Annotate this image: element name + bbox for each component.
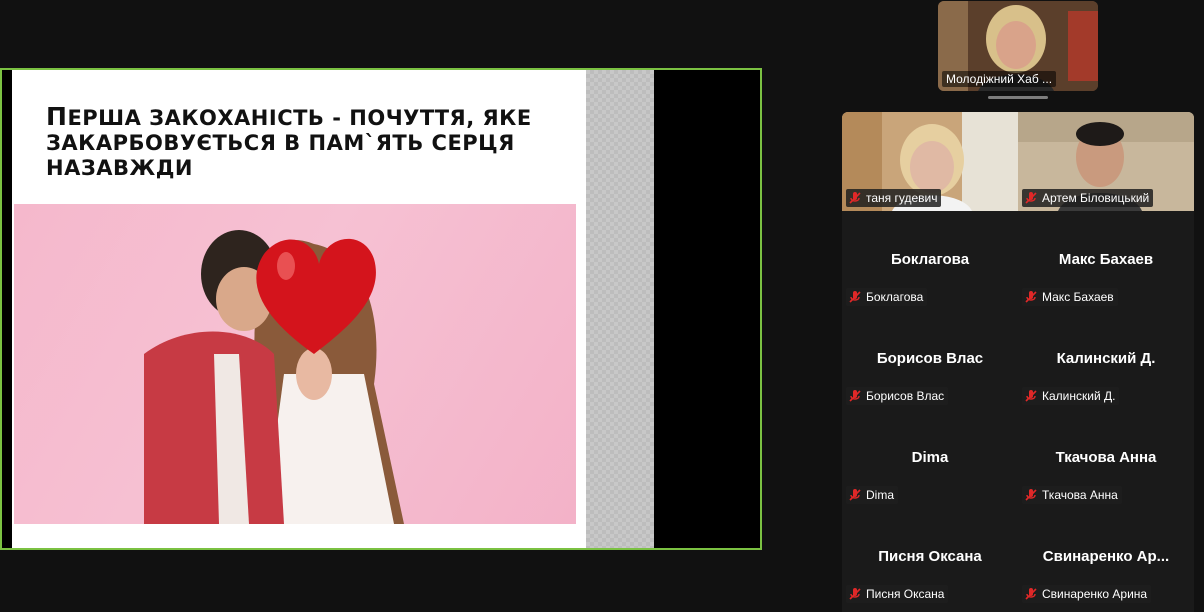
participant-display-name: Свинаренко Ар... <box>1042 548 1170 565</box>
presentation-slide: Перша закоханість - почуття, яке закарбо… <box>12 70 586 548</box>
mic-muted-icon <box>1025 489 1037 501</box>
participant-name-label: Dima <box>846 486 899 504</box>
participant-display-name: Калинский Д. <box>1056 350 1156 367</box>
mic-muted-icon <box>849 489 861 501</box>
participant-name-label: таня гудевич <box>846 189 942 207</box>
participant-name-label: Писня Оксана <box>846 585 949 603</box>
participant-tile[interactable]: Борисов Влас Борисов Влас <box>842 310 1018 409</box>
participant-name-label: Боклагова <box>846 288 928 306</box>
participant-tile[interactable]: Ткачова Анна Ткачова Анна <box>1018 409 1194 508</box>
mic-muted-icon <box>849 390 861 402</box>
slide-title: Перша закоханість - почуття, яке закарбо… <box>46 102 532 180</box>
participant-display-name: Ткачова Анна <box>1055 449 1157 466</box>
participant-name-label: Свинаренко Арина <box>1022 585 1152 603</box>
participant-display-name: Борисов Влас <box>876 350 984 367</box>
participant-name-label: Макс Бахаев <box>1022 288 1118 306</box>
participant-tile[interactable]: Артем Біловицький <box>1018 112 1194 211</box>
mic-muted-icon <box>849 291 861 303</box>
mic-muted-icon <box>1025 291 1037 303</box>
mic-muted-icon <box>1025 192 1037 204</box>
mic-muted-icon <box>849 192 861 204</box>
participant-name-label: Артем Біловицький <box>1022 189 1154 207</box>
mic-muted-icon <box>1025 588 1037 600</box>
slide-margin-pattern <box>586 70 654 548</box>
participant-gallery: таня гудевич Артем Біловицький Боклагова… <box>842 112 1194 612</box>
mic-muted-icon <box>849 588 861 600</box>
participant-display-name: Макс Бахаев <box>1058 251 1154 268</box>
participant-tile[interactable]: Боклагова Боклагова <box>842 211 1018 310</box>
couple-photo <box>14 204 576 524</box>
participant-display-name: Писня Оксана <box>878 548 982 565</box>
participant-tile[interactable]: Свинаренко Ар... Свинаренко Арина <box>1018 508 1194 607</box>
active-speaker-video[interactable]: Молодіжний Хаб ... <box>938 1 1098 91</box>
participant-name-label: Борисов Влас <box>846 387 949 405</box>
shared-screen: Перша закоханість - почуття, яке закарбо… <box>0 68 762 550</box>
participant-tile[interactable]: Dima Dima <box>842 409 1018 508</box>
participant-display-name: Боклагова <box>890 251 970 268</box>
panel-drag-handle[interactable] <box>988 96 1048 99</box>
speaker-name: Молодіжний Хаб ... <box>942 71 1057 87</box>
participant-tile[interactable]: Калинский Д. Калинский Д. <box>1018 310 1194 409</box>
participant-tile[interactable]: таня гудевич <box>842 112 1018 211</box>
participant-name-label: Ткачова Анна <box>1022 486 1122 504</box>
mic-muted-icon <box>1025 390 1037 402</box>
participant-name-label: Калинский Д. <box>1022 387 1120 405</box>
participant-tile[interactable]: Писня Оксана Писня Оксана <box>842 508 1018 607</box>
participant-display-name: Dima <box>911 449 949 466</box>
participant-tile[interactable]: Макс Бахаев Макс Бахаев <box>1018 211 1194 310</box>
